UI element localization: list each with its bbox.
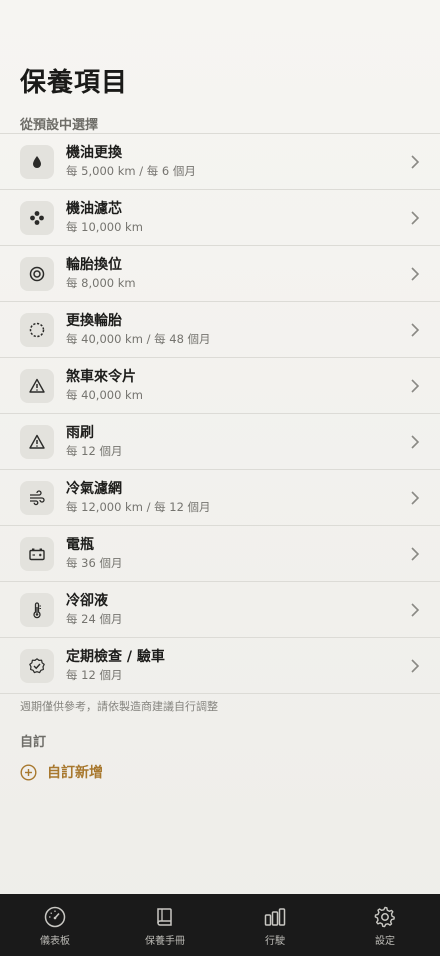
chevron-right-icon: [411, 546, 420, 561]
add-custom-label: 自訂新增: [47, 765, 103, 781]
plus-circle-icon: [20, 763, 37, 781]
chevron-right-icon: [411, 658, 420, 673]
item-title: 定期檢查 / 驗車: [66, 649, 165, 665]
item-title: 輪胎換位: [66, 257, 122, 273]
list-item-oil-filter[interactable]: 機油濾芯 每 10,000 km: [0, 190, 440, 246]
tire-icon: [20, 312, 54, 347]
interval-footnote: 週期僅供參考，請依製造商建議自行調整: [20, 700, 218, 713]
list-item-tire-replace[interactable]: 更換輪胎 每 40,000 km / 每 48 個月: [0, 302, 440, 358]
tab-dashboard[interactable]: 儀表板: [0, 894, 110, 956]
item-title: 雨刷: [66, 425, 94, 441]
bottom-tab-bar: 儀表板 保養手冊 行駛 設定: [0, 894, 440, 956]
thermometer-icon: [20, 592, 54, 627]
item-title: 電瓶: [66, 537, 94, 553]
custom-section-label: 自訂: [20, 735, 47, 750]
check-badge-icon: [20, 648, 54, 683]
warning-icon: [20, 424, 54, 459]
list-item-brake-pads[interactable]: 煞車來令片 每 40,000 km: [0, 358, 440, 414]
battery-icon: [20, 536, 54, 571]
oil-drop-icon: [20, 144, 54, 179]
chevron-right-icon: [411, 490, 420, 505]
tab-maintenance-book[interactable]: 保養手冊: [110, 894, 220, 956]
chevron-right-icon: [411, 154, 420, 169]
list-item-wipers[interactable]: 雨刷 每 12 個月: [0, 414, 440, 470]
item-title: 機油濾芯: [66, 201, 122, 217]
wind-icon: [20, 480, 54, 515]
chevron-right-icon: [411, 322, 420, 337]
preset-section-label: 從預設中選擇: [20, 118, 99, 133]
list-item-tire-rotation[interactable]: 輪胎換位 每 8,000 km: [0, 246, 440, 302]
item-interval: 每 12 個月: [66, 444, 123, 458]
item-title: 更換輪胎: [66, 313, 122, 329]
tab-label: 保養手冊: [145, 936, 185, 947]
list-item-cabin-filter[interactable]: 冷氣濾網 每 12,000 km / 每 12 個月: [0, 470, 440, 526]
chevron-right-icon: [411, 210, 420, 225]
item-title: 冷卻液: [66, 593, 108, 609]
list-item-oil-change[interactable]: 機油更換 每 5,000 km / 每 6 個月: [0, 134, 440, 190]
item-interval: 每 8,000 km: [66, 276, 136, 290]
item-interval: 每 40,000 km / 每 48 個月: [66, 332, 211, 346]
item-interval: 每 5,000 km / 每 6 個月: [66, 164, 196, 178]
tab-driving[interactable]: 行駛: [220, 894, 330, 956]
filter-icon: [20, 200, 54, 235]
tab-settings[interactable]: 設定: [330, 894, 440, 956]
item-interval: 每 36 個月: [66, 556, 123, 570]
warning-icon: [20, 368, 54, 403]
chevron-right-icon: [411, 434, 420, 449]
bars-icon: [264, 908, 286, 926]
book-icon: [157, 908, 172, 926]
item-interval: 每 24 個月: [66, 612, 123, 626]
gauge-icon: [44, 906, 66, 928]
chevron-right-icon: [411, 266, 420, 281]
tab-label: 設定: [375, 936, 395, 947]
item-interval: 每 40,000 km: [66, 388, 143, 402]
add-custom-button[interactable]: 自訂新增: [20, 762, 103, 782]
list-item-coolant[interactable]: 冷卻液 每 24 個月: [0, 582, 440, 638]
tab-label: 儀表板: [40, 936, 70, 947]
gear-icon: [374, 906, 395, 928]
item-title: 煞車來令片: [66, 369, 136, 385]
tire-rotate-icon: [20, 256, 54, 291]
tab-label: 行駛: [265, 936, 285, 947]
list-item-inspection[interactable]: 定期檢查 / 驗車 每 12 個月: [0, 638, 440, 694]
item-interval: 每 12,000 km / 每 12 個月: [66, 500, 211, 514]
item-interval: 每 10,000 km: [66, 220, 143, 234]
item-title: 冷氣濾網: [66, 481, 122, 497]
item-title: 機油更換: [66, 145, 122, 161]
preset-list: 機油更換 每 5,000 km / 每 6 個月 機油濾芯 每 10,000 k…: [0, 133, 440, 694]
chevron-right-icon: [411, 602, 420, 617]
list-item-battery[interactable]: 電瓶 每 36 個月: [0, 526, 440, 582]
item-interval: 每 12 個月: [66, 668, 123, 682]
chevron-right-icon: [411, 378, 420, 393]
page-title: 保養項目: [20, 68, 129, 98]
